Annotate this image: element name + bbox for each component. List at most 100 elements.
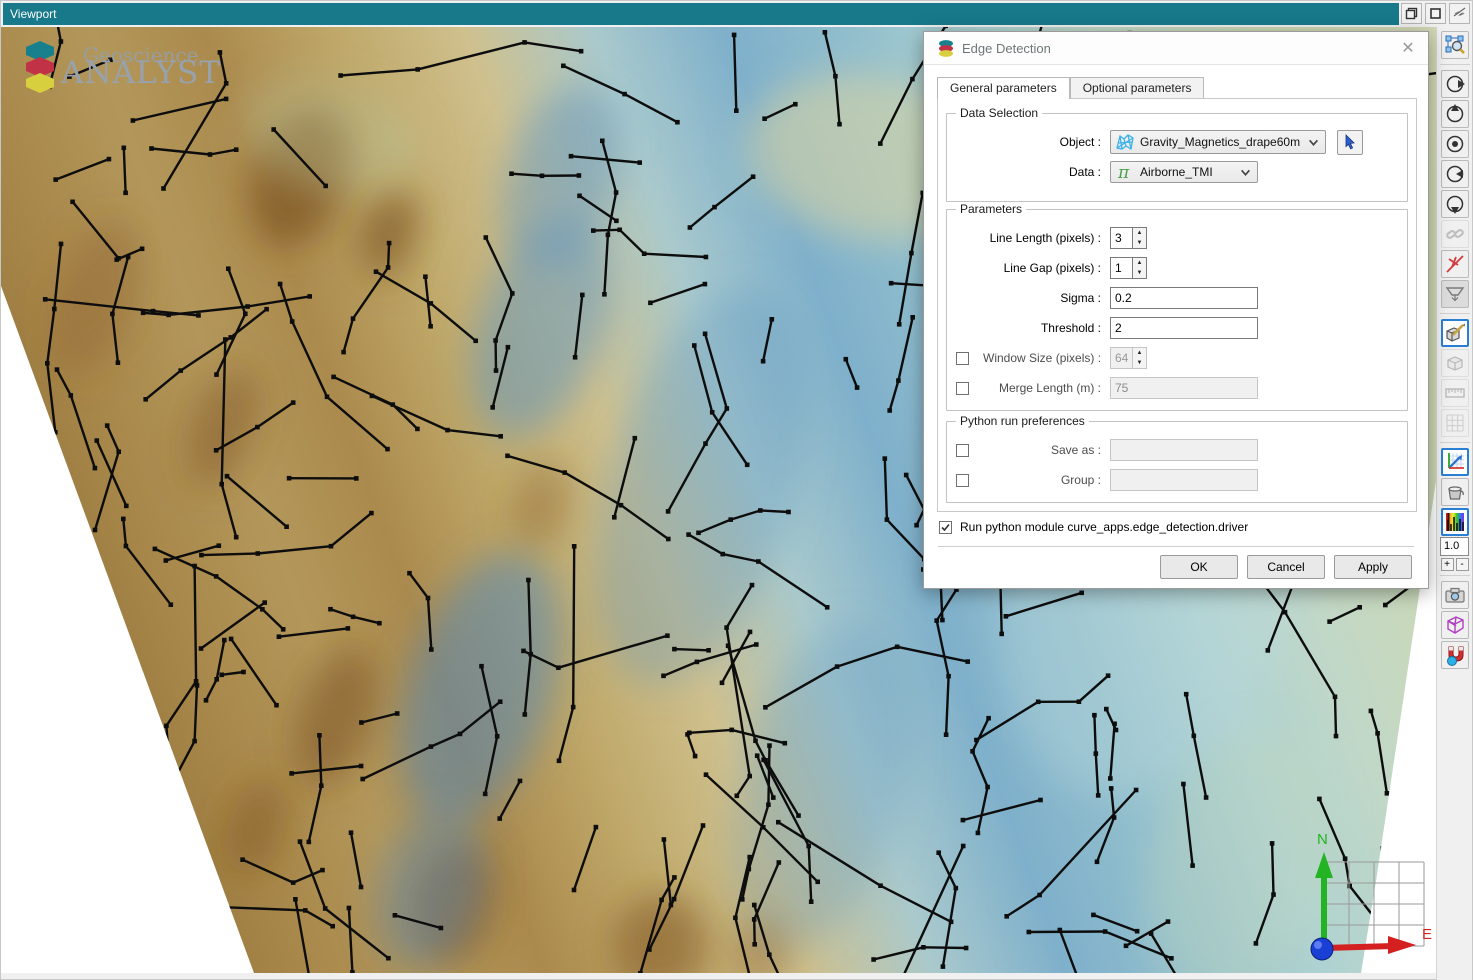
red-cross-icon (1444, 253, 1466, 275)
line-length-spinner[interactable]: 3▲▼ (1110, 227, 1147, 249)
data-value: Airborne_TMI (1140, 165, 1234, 179)
sigma-input[interactable]: 0.2 (1110, 287, 1258, 309)
line-gap-spin-down-icon[interactable]: ▼ (1133, 268, 1146, 278)
sigma-label: Sigma : (983, 291, 1101, 305)
link-views-button[interactable] (1441, 220, 1469, 248)
view-down-button[interactable] (1441, 190, 1469, 218)
dialog-close-button[interactable]: ✕ (1398, 39, 1418, 59)
maximize-icon (1429, 7, 1442, 20)
dialog-title: Edge Detection (962, 41, 1051, 56)
dialog-buttons: OK Cancel Apply (1160, 555, 1412, 579)
save-as-row: Save as : (947, 435, 1407, 465)
box-tool-button[interactable] (1441, 349, 1469, 377)
grid-icon (1444, 412, 1466, 434)
line-length-spin-down-icon[interactable]: ▼ (1133, 238, 1146, 248)
rotate-right-button[interactable] (1441, 160, 1469, 188)
circle-dot-icon (1444, 133, 1466, 155)
threshold-input[interactable]: 2 (1110, 317, 1258, 339)
data-dropdown[interactable]: π Airborne_TMI (1110, 161, 1258, 183)
circle-arrow-up-icon (1444, 103, 1466, 125)
merge-length-checkbox[interactable] (956, 382, 969, 395)
measure-button[interactable] (1441, 379, 1469, 407)
group-row: Group : (947, 465, 1407, 495)
general-parameters-pane: Data Selection Object : Gravity_Magnetic… (937, 98, 1417, 512)
line-gap-spinner[interactable]: 1▲▼ (1110, 257, 1147, 279)
axis-grid (1324, 862, 1424, 946)
data-selection-group-title: Data Selection (956, 106, 1042, 120)
view-east-button[interactable] (1441, 70, 1469, 98)
view-north-button[interactable] (1441, 100, 1469, 128)
circle-arrow-right-icon (1444, 73, 1466, 95)
window-size-label: Window Size (pixels) : (983, 351, 1101, 365)
wire-cube-icon (1444, 614, 1466, 636)
python-prefs-group-title: Python run preferences (956, 414, 1089, 428)
clear-slice-button[interactable] (1441, 250, 1469, 278)
merge-length-label: Merge Length (m) : (983, 381, 1101, 395)
ok-button[interactable]: OK (1160, 555, 1238, 579)
cursor-arrow-icon (1342, 134, 1358, 150)
scale-minus-button[interactable]: - (1456, 558, 1469, 571)
hide-viewport-button[interactable] (1449, 3, 1470, 24)
line-length-value[interactable]: 3 (1110, 227, 1132, 249)
restore-icon (1405, 7, 1418, 20)
eye-slash-icon (1453, 7, 1466, 20)
run-python-module-checkbox[interactable] (939, 521, 952, 534)
grid-button[interactable] (1441, 409, 1469, 437)
edge-detection-dialog: Edge Detection ✕ General parameters Opti… (923, 31, 1429, 589)
north-label: N (1317, 831, 1328, 848)
toolbar-separator (1440, 575, 1470, 576)
apply-button[interactable]: Apply (1334, 555, 1412, 579)
python-run-preferences-group: Python run preferences Save as :Group : (946, 421, 1408, 503)
wireframe-button[interactable] (1441, 611, 1469, 639)
line-gap-value[interactable]: 1 (1110, 257, 1132, 279)
group-checkbox[interactable] (956, 474, 969, 487)
ruler-icon (1444, 382, 1466, 404)
tab-general-parameters[interactable]: General parameters (937, 77, 1070, 99)
colormap-button[interactable] (1441, 508, 1469, 536)
pick-object-button[interactable] (1337, 130, 1363, 155)
viewport-titlebar[interactable]: Viewport (3, 3, 1399, 25)
view-top-button[interactable] (1441, 130, 1469, 158)
object-dropdown[interactable]: Gravity_Magnetics_drape60m (1110, 130, 1326, 154)
line-length-spin-up-icon[interactable]: ▲ (1133, 228, 1146, 238)
scale-plus-button[interactable]: + (1441, 558, 1454, 571)
zoom-to-data-button[interactable] (1441, 31, 1469, 59)
line-gap-label: Line Gap (pixels) : (983, 261, 1101, 275)
merge-length-input[interactable]: 75 (1110, 377, 1258, 399)
plot-axes-button[interactable] (1441, 448, 1469, 476)
camera-icon (1444, 584, 1466, 606)
screenshot-button[interactable] (1441, 581, 1469, 609)
line-gap-spin-up-icon[interactable]: ▲ (1133, 258, 1146, 268)
magnet-icon (1444, 644, 1466, 666)
group-input[interactable] (1110, 469, 1258, 491)
restore-window-button[interactable] (1401, 3, 1422, 24)
chevron-down-icon (1308, 137, 1319, 148)
scale-input[interactable]: 1.0 (1440, 537, 1469, 556)
chevron-down-icon (1240, 167, 1251, 178)
bucket-icon (1444, 481, 1466, 503)
axis-orientation-indicator: N E (1284, 822, 1434, 962)
toolbar-separator (1440, 313, 1470, 314)
magnet-button[interactable] (1441, 641, 1469, 669)
clip-plane-button[interactable] (1441, 280, 1469, 308)
fill-color-button[interactable] (1441, 478, 1469, 506)
save-as-input[interactable] (1110, 439, 1258, 461)
window-size-spin-up-icon[interactable]: ▲ (1133, 348, 1146, 358)
window-size-spinner[interactable]: 64▲▼ (1110, 347, 1147, 369)
object-value: Gravity_Magnetics_drape60m (1140, 135, 1302, 149)
maximize-window-button[interactable] (1425, 3, 1446, 24)
cancel-button[interactable]: Cancel (1247, 555, 1325, 579)
window-size-value[interactable]: 64 (1110, 347, 1132, 369)
save-as-checkbox[interactable] (956, 444, 969, 457)
window-size-checkbox[interactable] (956, 352, 969, 365)
dialog-tabs: General parameters Optional parameters (937, 77, 1204, 98)
window-size-spin-down-icon[interactable]: ▼ (1133, 358, 1146, 368)
tab-optional-parameters[interactable]: Optional parameters (1070, 77, 1205, 98)
check-icon (940, 522, 951, 533)
edit-3d-button[interactable] (1441, 319, 1469, 347)
merge-length-row: Merge Length (m) : 75 (947, 373, 1407, 403)
save-as-label: Save as : (983, 443, 1101, 457)
dialog-header[interactable]: Edge Detection ✕ (924, 32, 1428, 65)
parameters-group: Parameters Line Length (pixels) :3▲▼Line… (946, 209, 1408, 411)
window-size-row: Window Size (pixels) : 64▲▼ (947, 343, 1407, 373)
